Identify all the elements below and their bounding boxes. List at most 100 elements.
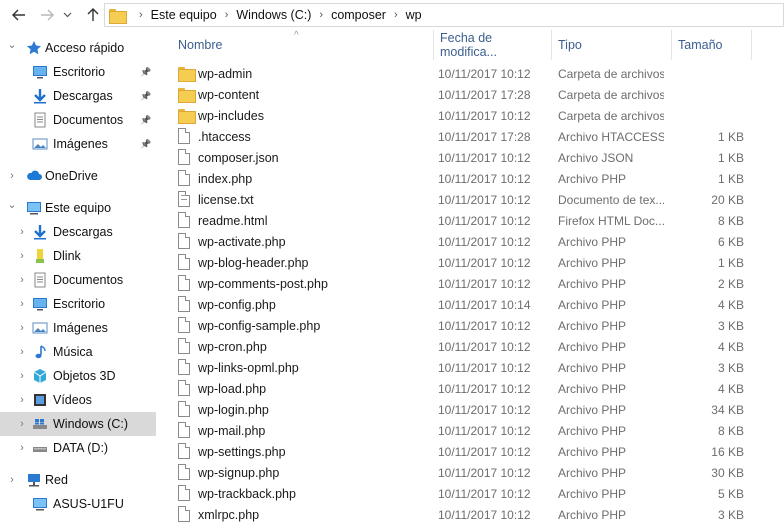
nav-pc-descargas[interactable]: › Descargas <box>0 220 156 244</box>
chevron-down-icon[interactable]: ⌄ <box>6 38 18 51</box>
nav-item-escritorio[interactable]: Escritorio 📌 <box>0 60 156 84</box>
up-button[interactable] <box>82 4 104 26</box>
forward-button[interactable] <box>36 4 58 26</box>
breadcrumb-item[interactable]: wp <box>406 8 422 22</box>
nav-network-asus[interactable]: ASUS-U1FU <box>0 492 156 516</box>
chevron-right-icon[interactable]: › <box>225 9 229 21</box>
file-name: wp-trackback.php <box>198 486 296 501</box>
chevron-right-icon[interactable]: › <box>16 322 28 334</box>
nav-pc-imagenes[interactable]: › Imágenes <box>0 316 156 340</box>
nav-item-descargas[interactable]: Descargas 📌 <box>0 84 156 108</box>
file-name: wp-mail.php <box>198 423 266 438</box>
file-date: 10/11/2017 10:12 <box>438 339 531 354</box>
file-name: wp-activate.php <box>198 234 286 249</box>
column-header-date[interactable]: Fecha de modifica... <box>434 30 552 60</box>
file-row[interactable]: wp-cron.php 10/11/2017 10:12 Archivo PHP 4 … <box>172 336 772 357</box>
file-name: readme.html <box>198 213 268 228</box>
chevron-right-icon[interactable]: › <box>16 418 28 430</box>
nav-pc-escritorio[interactable]: › Escritorio <box>0 292 156 316</box>
nav-pc-data-d[interactable]: › DATA (D:) <box>0 436 156 460</box>
nav-label: Imágenes <box>53 321 108 335</box>
file-icon <box>178 254 192 271</box>
file-type: Carpeta de archivos <box>558 87 664 102</box>
file-icon <box>178 170 192 187</box>
file-row[interactable]: wp-comments-post.php 10/11/2017 10:12 Arch… <box>172 273 772 294</box>
file-date: 10/11/2017 10:12 <box>438 192 531 207</box>
chevron-right-icon[interactable]: › <box>16 298 28 310</box>
file-name: wp-content <box>198 87 260 102</box>
nav-quick-access[interactable]: ⌄ Acceso rápido <box>0 36 156 60</box>
file-row[interactable]: wp-admin 10/11/2017 10:12 Carpeta de archi… <box>172 63 772 84</box>
nav-label: DATA (D:) <box>53 441 109 455</box>
chevron-right-icon[interactable]: › <box>319 9 323 21</box>
file-row[interactable]: readme.html 10/11/2017 10:12 Firefox HTML … <box>172 210 772 231</box>
nav-item-documentos[interactable]: Documentos 📌 <box>0 108 156 132</box>
breadcrumb-item[interactable]: Windows (C:) <box>236 8 311 22</box>
file-row[interactable]: wp-signup.php 10/11/2017 10:12 Archivo PHP… <box>172 462 772 483</box>
address-bar[interactable]: › Este equipo › Windows (C:) › composer › wp <box>104 3 784 27</box>
chevron-right-icon[interactable]: › <box>16 442 28 454</box>
recent-locations-button[interactable] <box>60 4 74 26</box>
nav-pc-musica[interactable]: › Música <box>0 340 156 364</box>
usb-drive-icon <box>32 248 48 264</box>
file-row[interactable]: wp-links-opml.php 10/11/2017 10:12 Archivo… <box>172 357 772 378</box>
arrow-right-icon <box>41 9 54 21</box>
file-row[interactable]: wp-config.php 10/11/2017 10:14 Archivo PHP… <box>172 294 772 315</box>
file-name: wp-admin <box>198 66 253 81</box>
nav-network[interactable]: › Red <box>0 468 156 492</box>
chevron-down-icon <box>63 12 71 18</box>
file-row[interactable]: wp-config-sample.php 10/11/2017 10:12 Arch… <box>172 315 772 336</box>
nav-pc-windows-c[interactable]: › Windows (C:) <box>0 412 156 436</box>
file-row[interactable]: wp-load.php 10/11/2017 10:12 Archivo PHP 4 … <box>172 378 772 399</box>
file-name: wp-settings.php <box>198 444 286 459</box>
arrow-left-icon <box>12 9 25 21</box>
file-icon <box>178 506 192 523</box>
file-type: Archivo PHP <box>558 402 627 417</box>
chevron-right-icon[interactable]: › <box>6 170 18 182</box>
chevron-right-icon[interactable]: › <box>16 394 28 406</box>
file-row[interactable]: wp-mail.php 10/11/2017 10:12 Archivo PHP 8 … <box>172 420 772 441</box>
column-header-name[interactable]: Nombre <box>172 30 434 60</box>
chevron-right-icon[interactable]: › <box>139 9 143 21</box>
nav-onedrive[interactable]: › OneDrive <box>0 164 156 188</box>
back-button[interactable] <box>8 4 30 26</box>
file-row[interactable]: wp-activate.php 10/11/2017 10:12 Archivo P… <box>172 231 772 252</box>
nav-pc-objetos-3d[interactable]: › Objetos 3D <box>0 364 156 388</box>
chevron-right-icon[interactable]: › <box>6 474 18 486</box>
nav-label: Música <box>53 345 93 359</box>
file-row[interactable]: .htaccess 10/11/2017 17:28 Archivo HTACCES… <box>172 126 772 147</box>
nav-pc-dlink[interactable]: › Dlink <box>0 244 156 268</box>
nav-pc-videos[interactable]: › Vídeos <box>0 388 156 412</box>
file-name: index.php <box>198 171 253 186</box>
chevron-right-icon[interactable]: › <box>16 346 28 358</box>
file-row[interactable]: composer.json 10/11/2017 10:12 Archivo JSO… <box>172 147 772 168</box>
chevron-down-icon[interactable]: ⌄ <box>6 198 18 211</box>
file-row[interactable]: index.php 10/11/2017 10:12 Archivo PHP 1 KB <box>172 168 772 189</box>
file-row[interactable]: wp-trackback.php 10/11/2017 10:12 Archivo … <box>172 483 772 504</box>
file-row[interactable]: wp-login.php 10/11/2017 10:12 Archivo PHP 3… <box>172 399 772 420</box>
chevron-right-icon[interactable]: › <box>16 250 28 262</box>
file-row[interactable]: wp-includes 10/11/2017 10:12 Carpeta de ar… <box>172 105 772 126</box>
chevron-right-icon[interactable]: › <box>16 274 28 286</box>
nav-pc-documentos[interactable]: › Documentos <box>0 268 156 292</box>
pin-icon: 📌 <box>140 66 152 77</box>
nav-item-imagenes[interactable]: Imágenes 📌 <box>0 132 156 156</box>
file-row[interactable]: wp-settings.php 10/11/2017 10:12 Archivo P… <box>172 441 772 462</box>
file-row[interactable]: license.txt 10/11/2017 10:12 Documento de … <box>172 189 772 210</box>
nav-label: Descargas <box>53 225 113 239</box>
file-row[interactable]: xmlrpc.php 10/11/2017 10:12 Archivo PHP 3 K… <box>172 504 772 525</box>
file-size: 3 KB <box>717 318 744 333</box>
nav-label: Documentos <box>53 113 124 127</box>
chevron-right-icon[interactable]: › <box>394 9 398 21</box>
chevron-right-icon[interactable]: › <box>16 370 28 382</box>
column-header-size[interactable]: Tamaño <box>672 30 752 60</box>
file-row[interactable]: wp-blog-header.php 10/11/2017 10:12 Archiv… <box>172 252 772 273</box>
nav-this-pc[interactable]: ⌄ Este equipo <box>0 196 156 220</box>
breadcrumb-item[interactable]: composer <box>331 8 386 22</box>
chevron-right-icon[interactable]: › <box>16 226 28 238</box>
column-header-type[interactable]: Tipo <box>552 30 672 60</box>
breadcrumb-item[interactable]: Este equipo <box>151 8 217 22</box>
sort-up-icon: ^ <box>294 30 299 41</box>
file-date: 10/11/2017 10:12 <box>438 381 531 396</box>
file-row[interactable]: wp-content 10/11/2017 17:28 Carpeta de arc… <box>172 84 772 105</box>
